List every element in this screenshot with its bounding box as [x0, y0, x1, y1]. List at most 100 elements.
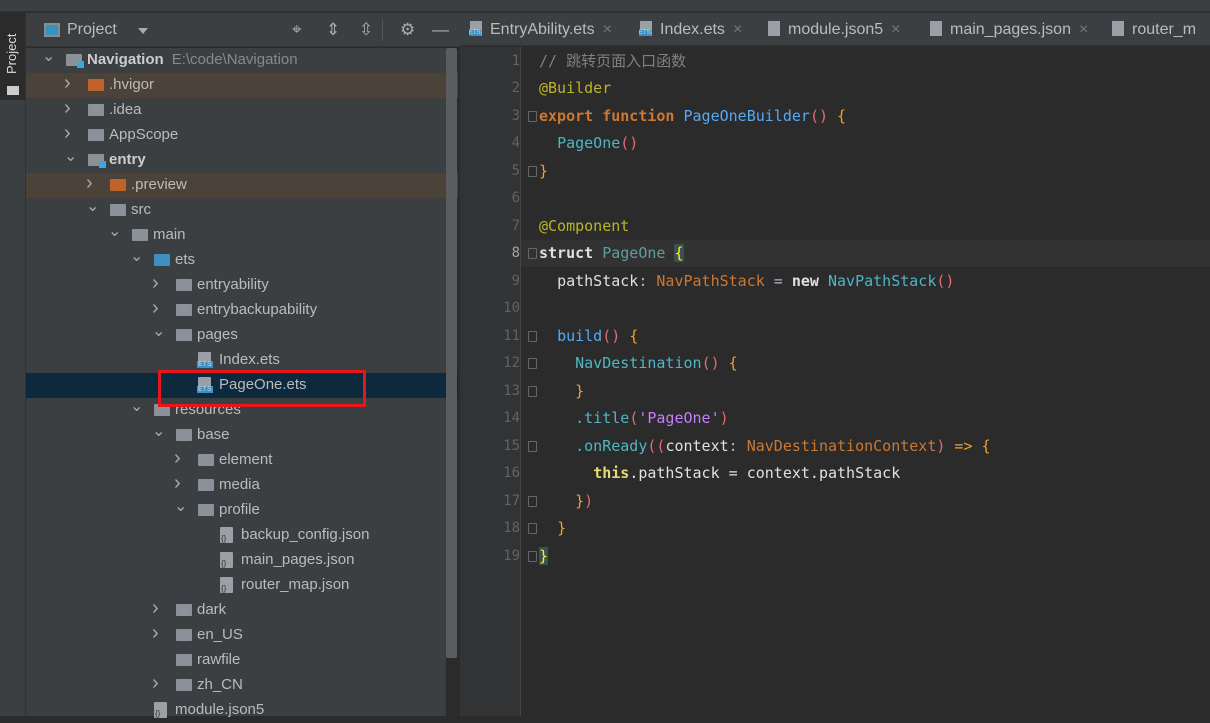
tree-item-name: zh_CN [197, 676, 243, 693]
chevron-down-icon[interactable]: ⌄ [108, 221, 121, 241]
chevron-right-icon[interactable]: › [174, 472, 181, 495]
collapse-all-icon[interactable]: ⇳ [359, 20, 373, 40]
fold-marker-icon[interactable] [528, 495, 537, 507]
tree-item[interactable]: › .hvigor [26, 72, 458, 98]
tree-item[interactable]: ⌄ base [26, 423, 458, 448]
project-stripe-button[interactable]: Project [0, 12, 25, 100]
chevron-right-icon[interactable]: › [152, 622, 159, 645]
chevron-right-icon[interactable]: › [152, 672, 159, 695]
tree-item-label: Index.ets [219, 351, 280, 368]
tree-item[interactable]: router_map.json [26, 573, 458, 598]
code-token: { [837, 106, 847, 125]
minimize-icon[interactable]: — [432, 20, 449, 40]
tree-item[interactable]: main_pages.json [26, 548, 458, 573]
tree-item[interactable]: › .preview [26, 172, 458, 198]
fold-marker-icon[interactable] [528, 523, 537, 534]
editor-tab[interactable]: EntryAbility.ets × [469, 21, 612, 39]
tree-item[interactable]: rawfile [26, 648, 458, 673]
chevron-down-icon[interactable]: ⌄ [174, 496, 187, 516]
code-token: new [791, 271, 828, 290]
ets-file-icon [639, 21, 652, 36]
tree-item[interactable]: ⌄ Navigation E:\code\Navigation [26, 48, 458, 73]
editor-tab[interactable]: module.json5 × [768, 21, 901, 39]
breadcrumb-bar [0, 0, 1210, 12]
chevron-right-icon[interactable]: › [152, 272, 159, 295]
tree-item[interactable]: › dark [26, 597, 458, 623]
fold-marker-icon[interactable] [528, 385, 537, 397]
chevron-right-icon[interactable]: › [64, 122, 71, 145]
tree-item[interactable]: › zh_CN [26, 672, 458, 698]
chevron-right-icon[interactable]: › [86, 172, 93, 195]
folder-icon [198, 454, 214, 466]
line-number: 12 [503, 355, 520, 371]
fold-marker-icon[interactable] [528, 248, 537, 259]
line-number: 8 [511, 245, 520, 261]
code-token: { [629, 326, 639, 345]
close-icon[interactable]: × [891, 21, 900, 38]
chevron-right-icon[interactable]: › [64, 97, 71, 120]
tree-item[interactable]: ⌄ main [26, 223, 458, 248]
tree-item[interactable]: › en_US [26, 622, 458, 648]
chevron-right-icon[interactable]: › [64, 72, 71, 95]
fold-marker-icon[interactable] [528, 440, 537, 452]
code-editor[interactable]: 1 2 3 4 5 6 7 8 9 10 11 12 13 14 15 16 17 18 19 // 跳转页面入口函… [460, 47, 1210, 716]
close-icon[interactable]: × [733, 21, 742, 38]
chevron-right-icon[interactable]: › [152, 597, 159, 620]
tree-item-name: src [131, 201, 151, 218]
close-icon[interactable]: × [603, 21, 612, 38]
line-number: 9 [511, 272, 520, 289]
module-folder-icon [88, 154, 106, 168]
chevron-right-icon[interactable]: › [174, 447, 181, 470]
fold-marker-icon[interactable] [528, 550, 537, 562]
editor-tab[interactable]: Index.ets × [639, 21, 742, 39]
code-token: .pathStack = context.pathStack [629, 464, 901, 482]
fold-marker-icon[interactable] [528, 110, 537, 122]
project-view-selector[interactable]: Project [67, 21, 117, 39]
chevron-down-icon[interactable]: ⌄ [42, 46, 55, 66]
tree-item[interactable]: ⌄ entry [26, 148, 458, 173]
chevron-down-icon[interactable]: ⌄ [152, 321, 165, 341]
tree-item[interactable]: ⌄ pages [26, 323, 458, 348]
code-token: : [728, 436, 747, 455]
tree-item[interactable]: › element [26, 447, 458, 473]
tree-item[interactable]: › media [26, 472, 458, 498]
code-token: PageOne [557, 134, 621, 152]
locate-icon[interactable]: ⌖ [292, 20, 302, 40]
chevron-down-icon[interactable]: ⌄ [130, 396, 143, 416]
fold-marker-icon[interactable] [528, 165, 537, 177]
chevron-down-icon[interactable]: ⌄ [130, 246, 143, 266]
expand-all-icon[interactable]: ⇕ [326, 20, 340, 40]
fold-marker-icon[interactable] [528, 330, 537, 342]
tree-scrollbar[interactable] [446, 48, 457, 658]
tree-item[interactable]: backup_config.json [26, 523, 458, 548]
tree-item[interactable]: › .idea [26, 97, 458, 123]
line-number: 18 [503, 520, 520, 536]
tree-item[interactable]: ⌄ profile [26, 498, 458, 523]
tree-item-name: backup_config.json [241, 526, 370, 543]
divider [382, 19, 383, 41]
gear-icon[interactable]: ⚙ [400, 20, 415, 40]
editor-tab[interactable]: router_m [1112, 21, 1196, 39]
tree-item[interactable]: module.json5 [26, 698, 458, 723]
fold-guide [520, 47, 521, 716]
tree-item[interactable]: › entrybackupability [26, 297, 458, 323]
code-line: @Builder [539, 75, 611, 102]
editor-tab[interactable]: main_pages.json × [930, 21, 1088, 39]
tree-item[interactable]: ⌄ ets [26, 248, 458, 273]
tree-item[interactable]: ⌄ src [26, 198, 458, 223]
tree-item-name: profile [219, 501, 260, 518]
close-icon[interactable]: × [1079, 21, 1088, 38]
fold-marker-icon[interactable] [528, 358, 537, 369]
chevron-down-icon[interactable] [138, 28, 148, 39]
chevron-down-icon[interactable]: ⌄ [86, 196, 99, 216]
code-token: { [728, 354, 738, 372]
line-number: 14 [503, 410, 520, 426]
code-token: = [764, 271, 792, 290]
chevron-right-icon[interactable]: › [152, 297, 159, 320]
chevron-down-icon[interactable]: ⌄ [152, 421, 165, 441]
chevron-down-icon[interactable]: ⌄ [64, 146, 77, 166]
tree-item[interactable]: › AppScope [26, 122, 458, 148]
tree-item[interactable]: › entryability [26, 272, 458, 298]
